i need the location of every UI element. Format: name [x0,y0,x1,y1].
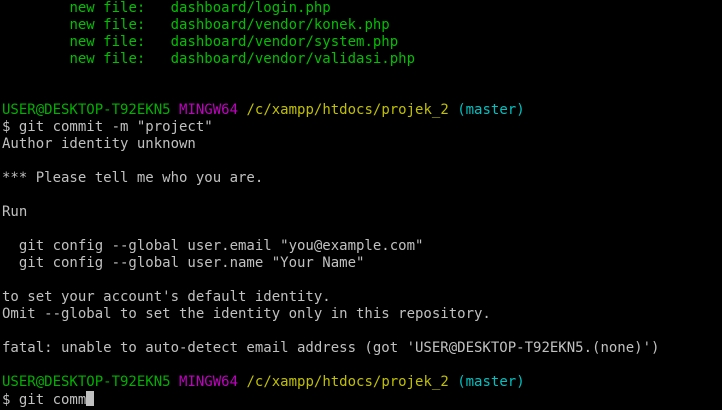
staged-file-line: new file: dashboard/vendor/system.php [0,34,722,51]
staged-file-label: new file: [69,0,146,16]
staged-file-path: dashboard/login.php [170,0,331,16]
staged-file-line: new file: dashboard/vendor/validasi.php [0,51,722,68]
prompt-env: MINGW64 [179,374,239,390]
output-line: to set your account's default identity. [2,289,331,305]
staged-file-label: new file: [69,34,146,50]
terminal-window[interactable]: new file: dashboard/login.php new file: … [0,0,722,410]
error-line: fatal: unable to auto-detect email addre… [2,340,660,356]
output-line: git config --global user.email "you@exam… [2,238,424,254]
output-line: Omit --global to set the identity only i… [2,306,491,322]
prompt-path: /c/xampp/htdocs/projek_2 [246,374,449,390]
output-line: Run [2,204,28,220]
command-input-line[interactable]: $ git comm [0,391,722,408]
command-line: $ git commit -m "project" [2,119,213,135]
shell-prompt: USER@DESKTOP-T92EKN5 MINGW64 /c/xampp/ht… [0,374,722,391]
text-cursor [86,391,95,406]
staged-file-label: new file: [69,17,146,33]
staged-file-path: dashboard/vendor/konek.php [170,17,390,33]
output-line: *** Please tell me who you are. [2,170,264,186]
staged-file-label: new file: [69,51,146,67]
staged-file-path: dashboard/vendor/validasi.php [170,51,416,67]
prompt-user-host: USER@DESKTOP-T92EKN5 [2,374,171,390]
staged-file-line: new file: dashboard/vendor/konek.php [0,17,722,34]
output-line: git config --global user.name "Your Name… [2,255,365,271]
prompt-path: /c/xampp/htdocs/projek_2 [246,102,449,118]
prompt-env: MINGW64 [179,102,239,118]
staged-file-path: dashboard/vendor/system.php [170,34,399,50]
staged-file-line: new file: dashboard/login.php [0,0,722,17]
prompt-branch: (master) [457,374,525,390]
command-input[interactable]: $ git comm [2,392,86,408]
output-line: Author identity unknown [2,136,196,152]
prompt-branch: (master) [457,102,525,118]
prompt-user-host: USER@DESKTOP-T92EKN5 [2,102,171,118]
shell-prompt: USER@DESKTOP-T92EKN5 MINGW64 /c/xampp/ht… [0,102,722,119]
